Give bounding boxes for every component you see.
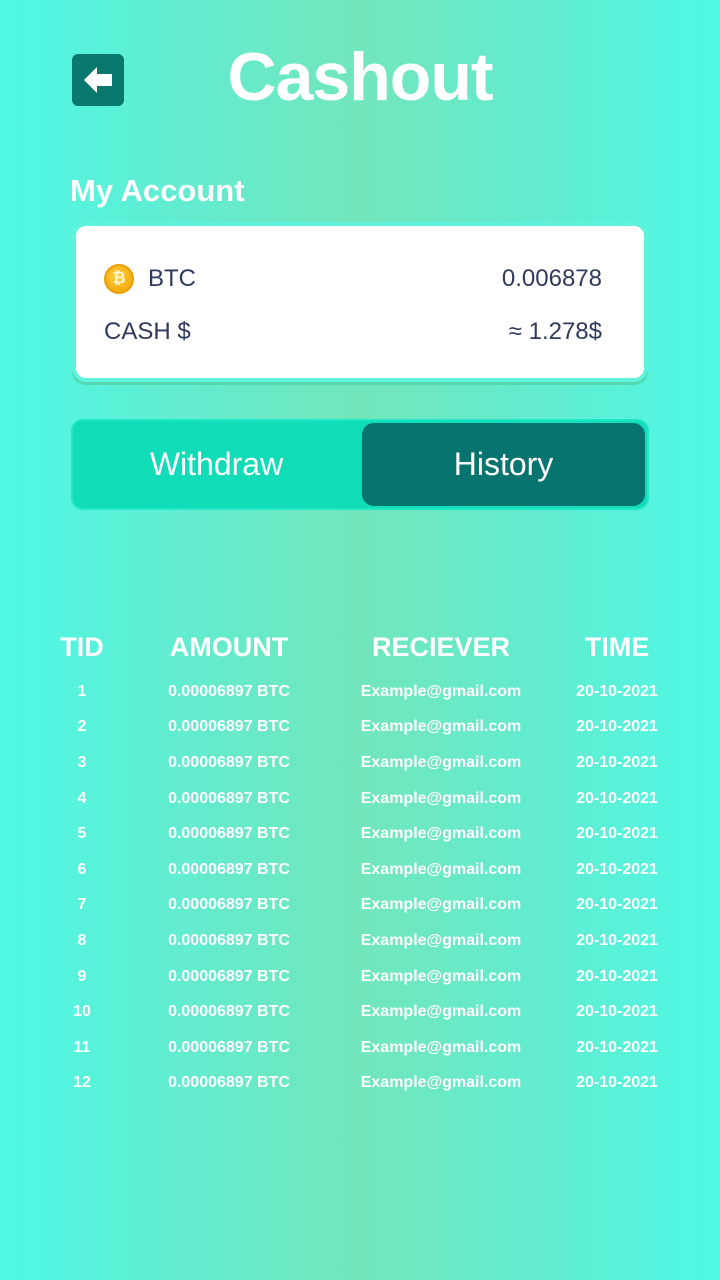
- cell-reciever: Example@gmail.com: [360, 1003, 522, 1021]
- tab-switcher: Withdraw History: [71, 419, 649, 510]
- cell-amount: 0.00006897 BTC: [168, 825, 290, 843]
- cash-label: CASH $: [104, 318, 191, 345]
- table-row: 3 0.00006897 BTC Example@gmail.com 20-10-20…: [40, 745, 686, 781]
- cell-amount: 0.00006897 BTC: [168, 718, 290, 736]
- cell-reciever: Example@gmail.com: [360, 682, 522, 700]
- btc-value: 0.006878: [501, 265, 602, 292]
- cell-time: 20-10-2021: [576, 1003, 658, 1021]
- cell-time: 20-10-2021: [576, 753, 658, 771]
- my-account-label: My Account: [70, 173, 245, 208]
- cell-time: 20-10-2021: [576, 1038, 658, 1056]
- cell-amount: 0.00006897 BTC: [168, 931, 290, 949]
- history-table: TID AMOUNT RECIEVER TIME 1 0.00006897 BTC…: [40, 630, 686, 1101]
- cash-row: CASH $ ≈ 1.278$: [104, 318, 602, 346]
- cell-reciever: Example@gmail.com: [360, 753, 522, 771]
- column-header-reciever: RECIEVER: [371, 631, 511, 662]
- table-row: 10 0.00006897 BTC Example@gmail.com 20-10-2…: [40, 994, 686, 1030]
- cell-reciever: Example@gmail.com: [360, 718, 522, 736]
- column-header-amount: AMOUNT: [169, 631, 289, 662]
- cell-tid: 9: [77, 967, 87, 985]
- table-header-row: TID AMOUNT RECIEVER TIME: [40, 630, 686, 674]
- tab-history[interactable]: History: [362, 423, 645, 506]
- cell-tid: 8: [77, 931, 87, 949]
- bitcoin-coin-icon: ₿: [104, 264, 134, 294]
- cell-tid: 10: [73, 1003, 91, 1021]
- cell-time: 20-10-2021: [576, 789, 658, 807]
- cell-time: 20-10-2021: [576, 1074, 658, 1092]
- account-card: ₿ BTC 0.006878 CASH $ ≈ 1.278$: [72, 222, 648, 382]
- table-row: 9 0.00006897 BTC Example@gmail.com 20-10-20…: [40, 959, 686, 995]
- table-row: 5 0.00006897 BTC Example@gmail.com 20-10-20…: [40, 816, 686, 852]
- cell-time: 20-10-2021: [576, 967, 658, 985]
- cell-reciever: Example@gmail.com: [360, 896, 522, 914]
- cash-value: ≈ 1.278$: [508, 318, 602, 345]
- cell-tid: 12: [73, 1074, 91, 1092]
- cell-tid: 6: [77, 860, 87, 878]
- cell-tid: 3: [77, 753, 87, 771]
- cell-reciever: Example@gmail.com: [360, 789, 522, 807]
- cell-time: 20-10-2021: [576, 896, 658, 914]
- cell-reciever: Example@gmail.com: [360, 825, 522, 843]
- cell-tid: 11: [73, 1038, 91, 1056]
- table-row: 11 0.00006897 BTC Example@gmail.com 20-10-2…: [40, 1030, 686, 1066]
- cell-tid: 4: [77, 789, 87, 807]
- cell-reciever: Example@gmail.com: [360, 1074, 522, 1092]
- cell-amount: 0.00006897 BTC: [168, 1074, 290, 1092]
- cell-time: 20-10-2021: [576, 718, 658, 736]
- cell-amount: 0.00006897 BTC: [168, 682, 290, 700]
- cell-tid: 5: [77, 825, 87, 843]
- cell-reciever: Example@gmail.com: [360, 967, 522, 985]
- table-row: 12 0.00006897 BTC Example@gmail.com 20-10-2…: [40, 1066, 686, 1102]
- cell-amount: 0.00006897 BTC: [168, 896, 290, 914]
- tab-withdraw[interactable]: Withdraw: [75, 423, 358, 506]
- page-title: Cashout: [227, 39, 494, 115]
- table-row: 8 0.00006897 BTC Example@gmail.com 20-10-20…: [40, 923, 686, 959]
- cell-amount: 0.00006897 BTC: [168, 1003, 290, 1021]
- cell-time: 20-10-2021: [576, 825, 658, 843]
- table-row: 1 0.00006897 BTC Example@gmail.com 20-10-20…: [40, 674, 686, 710]
- table-row: 6 0.00006897 BTC Example@gmail.com 20-10-20…: [40, 852, 686, 888]
- table-row: 2 0.00006897 BTC Example@gmail.com 20-10-20…: [40, 710, 686, 746]
- btc-label: BTC: [148, 265, 196, 292]
- cell-time: 20-10-2021: [576, 860, 658, 878]
- cell-amount: 0.00006897 BTC: [168, 1038, 290, 1056]
- cell-time: 20-10-2021: [576, 682, 658, 700]
- cell-amount: 0.00006897 BTC: [168, 967, 290, 985]
- cell-reciever: Example@gmail.com: [360, 1038, 522, 1056]
- cell-tid: 7: [77, 896, 87, 914]
- cell-reciever: Example@gmail.com: [360, 860, 522, 878]
- cell-amount: 0.00006897 BTC: [168, 860, 290, 878]
- cell-tid: 1: [77, 682, 87, 700]
- cell-reciever: Example@gmail.com: [360, 931, 522, 949]
- table-row: 4 0.00006897 BTC Example@gmail.com 20-10-20…: [40, 781, 686, 817]
- column-header-tid: TID: [60, 631, 104, 662]
- btc-row: ₿ BTC 0.006878: [104, 264, 602, 294]
- cell-amount: 0.00006897 BTC: [168, 789, 290, 807]
- cell-time: 20-10-2021: [576, 931, 658, 949]
- cell-amount: 0.00006897 BTC: [168, 753, 290, 771]
- column-header-time: TIME: [584, 631, 650, 662]
- cell-tid: 2: [77, 718, 87, 736]
- table-row: 7 0.00006897 BTC Example@gmail.com 20-10-20…: [40, 888, 686, 924]
